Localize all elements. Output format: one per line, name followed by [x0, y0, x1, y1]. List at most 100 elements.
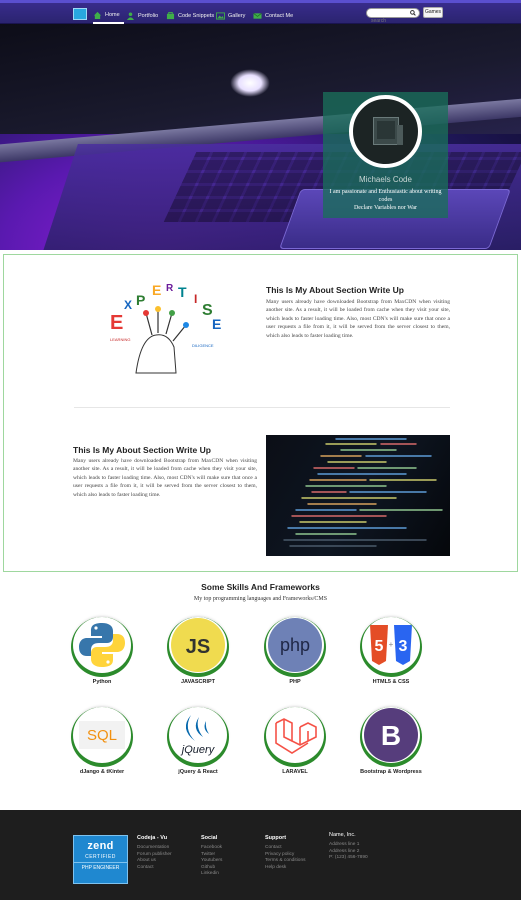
code-icon — [166, 12, 175, 20]
footer-column-address: Name, Inc. Address line 1 Address line 2… — [329, 832, 368, 862]
svg-text:3: 3 — [399, 638, 408, 655]
nav-item-home[interactable]: Home — [93, 8, 124, 24]
avatar — [349, 95, 422, 168]
nav-item-gallery[interactable]: Gallery — [216, 8, 245, 24]
search-box — [366, 8, 420, 25]
footer-link[interactable]: Help desk — [265, 865, 306, 872]
svg-text:php: php — [280, 635, 310, 655]
profile-tagline: Declare Variables nor War — [353, 205, 418, 211]
footer-heading: Social — [201, 835, 218, 841]
footer-link[interactable]: Facebook — [201, 845, 222, 852]
nav-item-contact[interactable]: Contact Me — [253, 8, 293, 24]
nav-item-code-snippets[interactable]: Code Snippets — [166, 8, 214, 24]
skill-icon-circle: jQuery — [169, 707, 227, 763]
skills-subtitle: My top programming languages and Framewo… — [193, 596, 328, 602]
footer-link[interactable]: Contact — [137, 865, 172, 872]
skill-label: jQuery & React — [178, 769, 218, 775]
html5-css-icon: 5 + 3 — [370, 625, 412, 665]
zend-certified-label: CERTIFIED — [85, 854, 116, 860]
nav-item-label: Portfolio — [138, 13, 159, 19]
bootstrap-icon: B — [364, 708, 418, 762]
python-icon — [79, 623, 125, 667]
svg-text:I: I — [194, 292, 197, 306]
jquery-icon: jQuery — [180, 715, 216, 756]
svg-text:P: P — [136, 292, 145, 308]
skill-icon-circle: JS — [169, 617, 227, 673]
skills-title: Some Skills And Frameworks — [201, 582, 320, 592]
svg-text:LEARNING: LEARNING — [110, 337, 130, 342]
footer-link[interactable]: Contact — [265, 845, 306, 852]
skill-label: HTML5 & CSS — [372, 679, 410, 685]
skill-label: LARAVEL — [282, 769, 308, 775]
svg-text:E: E — [212, 316, 221, 332]
footer-column-support: Support Contact Privacy policy Terms & c… — [265, 835, 306, 871]
svg-text:JS: JS — [186, 636, 210, 658]
zend-certified-badge: zend CERTIFIED PHP ENGINEER — [73, 835, 128, 884]
zend-php-engineer-label: PHP ENGINEER — [74, 862, 127, 871]
footer-link[interactable]: Youtubers — [201, 858, 222, 865]
footer-link[interactable]: Documentation — [137, 845, 172, 852]
skill-label: dJango & tKinter — [79, 769, 125, 775]
skill-icon-circle: php — [266, 617, 324, 673]
footer-heading: Support — [265, 835, 287, 841]
skill-php[interactable]: php PHP — [265, 617, 325, 697]
home-icon — [93, 11, 102, 19]
skill-python[interactable]: Python — [72, 617, 132, 697]
skill-javascript[interactable]: JS JAVASCRIPT — [168, 617, 228, 697]
skill-icon-circle — [266, 707, 324, 763]
apple-logo-glow — [230, 69, 270, 97]
svg-text:B: B — [381, 720, 401, 751]
navbar: Home Portfolio Code Snippets Gallery Con… — [0, 0, 521, 25]
nav-item-label: Code Snippets — [178, 13, 215, 19]
skill-jquery-react[interactable]: jQuery jQuery & React — [168, 707, 228, 787]
navbar-top-strip — [0, 0, 521, 3]
about-text: Many users already have downloaded Boots… — [266, 299, 450, 339]
footer-address-line: Address line 1 — [329, 842, 360, 847]
svg-text:E: E — [110, 312, 123, 334]
zend-brand: zend — [87, 840, 114, 852]
skill-icon-circle: 5 + 3 — [362, 617, 420, 673]
footer-link[interactable]: Linkedin — [201, 871, 222, 878]
about-second-text: Many users already have downloaded Boots… — [73, 458, 257, 498]
javascript-icon: JS — [171, 618, 225, 672]
svg-text:SQL: SQL — [87, 727, 117, 744]
search-icon[interactable] — [410, 10, 416, 16]
skill-label: Bootstrap & Wordpress — [360, 769, 422, 775]
footer-column-social: Social Facebook Twitter Youtubers Github… — [201, 835, 222, 878]
svg-text:X: X — [124, 298, 132, 312]
section-divider — [74, 407, 450, 408]
profile-bio: I am passionate and Enthusiastic about w… — [329, 189, 442, 203]
svg-text:T: T — [178, 284, 187, 300]
expertise-illustration: E X P E R T I S E LEARNING DILIGENCE — [110, 282, 221, 374]
site-logo[interactable] — [73, 8, 87, 20]
laravel-icon — [275, 718, 317, 754]
code-screenshot-image — [266, 435, 450, 556]
skill-label: Python — [92, 679, 112, 685]
nav-item-portfolio[interactable]: Portfolio — [126, 8, 158, 24]
sql-icon: SQL — [79, 721, 125, 749]
footer: zend CERTIFIED PHP ENGINEER Codeja - Vu … — [0, 810, 521, 900]
games-button[interactable]: Games — [423, 7, 443, 18]
about-section: E X P E R T I S E LEARNING DILIGENCE Thi… — [3, 254, 518, 572]
skill-label: PHP — [289, 679, 301, 685]
footer-link[interactable]: About us — [137, 858, 172, 865]
about-second-title: This Is My About Section Write Up — [73, 445, 211, 455]
skill-label: JAVASCRIPT — [180, 679, 216, 685]
skill-django-tkinter[interactable]: SQL dJango & tKinter — [72, 707, 132, 787]
portfolio-icon — [126, 12, 135, 20]
svg-text:+: + — [389, 640, 394, 649]
footer-heading: Codeja - Vu — [137, 835, 168, 841]
skill-icon-circle: B — [362, 707, 420, 763]
footer-company-name: Name, Inc. — [329, 832, 356, 838]
hero-banner: Michaels Code I am passionate and Enthus… — [0, 24, 521, 250]
svg-text:jQuery: jQuery — [180, 744, 216, 756]
footer-link[interactable]: Terms & conditions — [265, 858, 306, 865]
skill-laravel[interactable]: LARAVEL — [265, 707, 325, 787]
php-icon: php — [268, 618, 322, 672]
about-title: This Is My About Section Write Up — [266, 285, 404, 295]
gallery-icon — [216, 12, 225, 20]
svg-text:5: 5 — [375, 638, 384, 655]
skill-html-css[interactable]: 5 + 3 HTML5 & CSS — [361, 617, 421, 697]
skill-bootstrap-wordpress[interactable]: B Bootstrap & Wordpress — [360, 707, 422, 787]
svg-text:DILIGENCE: DILIGENCE — [192, 343, 214, 348]
